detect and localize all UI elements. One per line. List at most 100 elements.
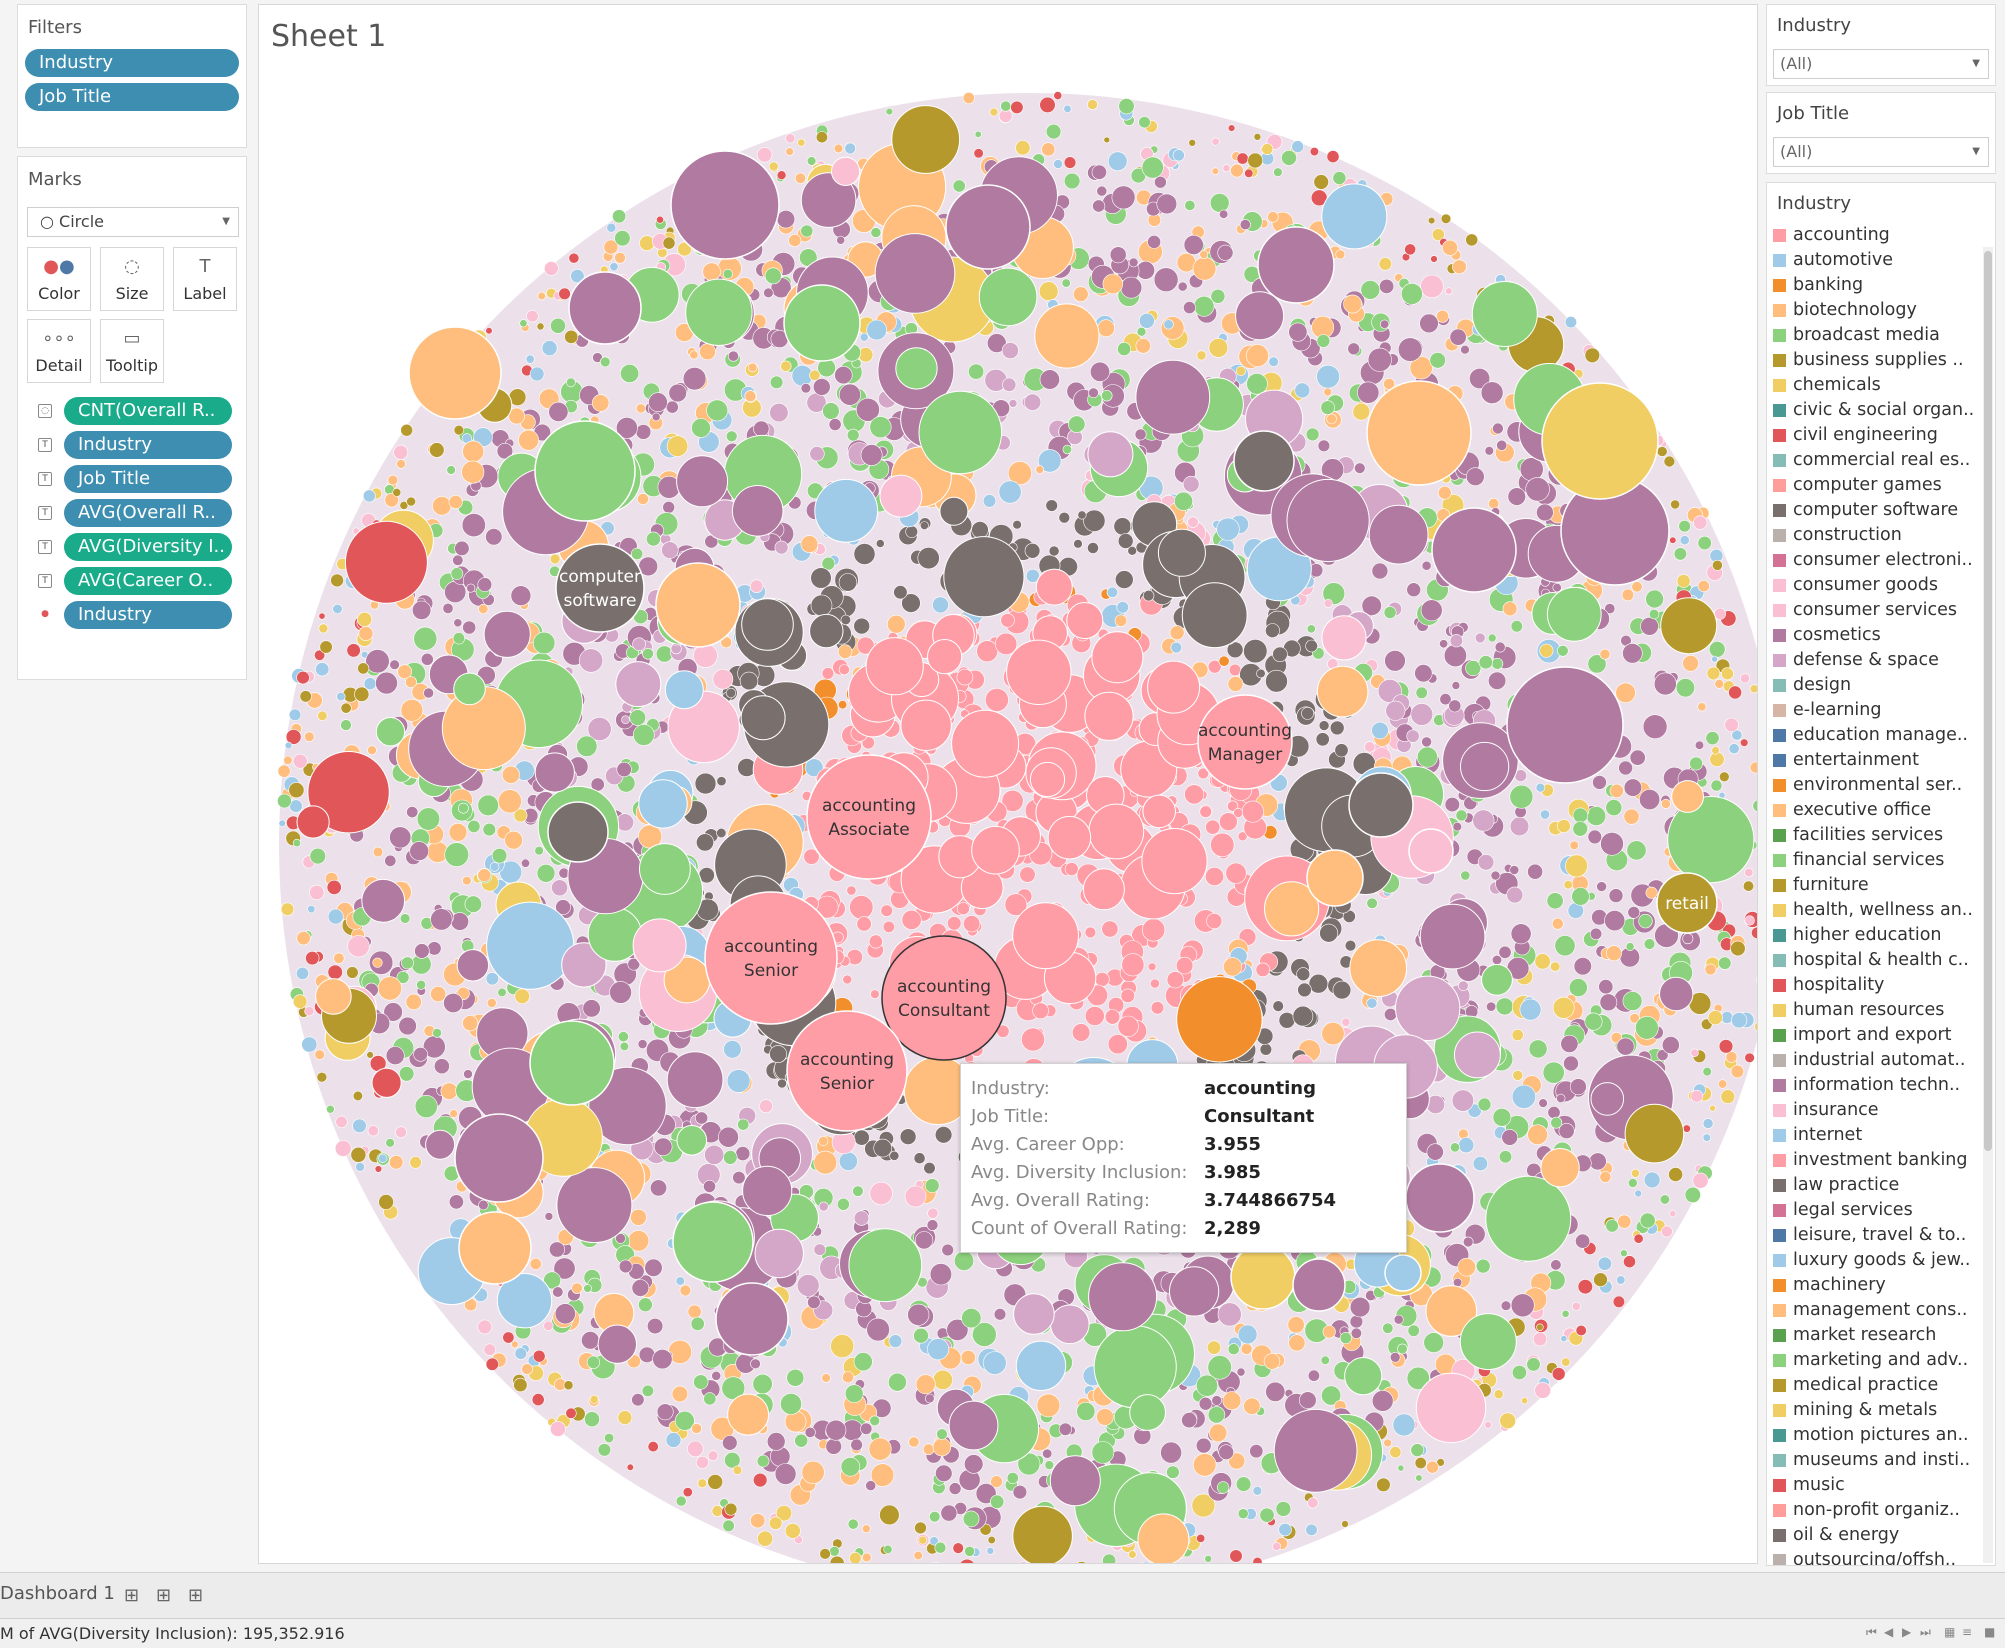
bubble[interactable] (1536, 503, 1554, 522)
bubble[interactable] (1012, 1505, 1073, 1564)
bubble[interactable] (822, 402, 840, 420)
bubble[interactable] (350, 1146, 367, 1163)
bubble[interactable] (1528, 1039, 1548, 1059)
bubble[interactable] (1137, 1513, 1190, 1564)
bubble[interactable] (649, 1179, 667, 1197)
bubble[interactable] (1547, 1106, 1561, 1120)
bubble[interactable] (1093, 1325, 1177, 1409)
legend-item[interactable]: human resources (1773, 998, 1973, 1022)
legend-item[interactable]: market research (1773, 1323, 1973, 1347)
bubble[interactable] (1032, 1002, 1049, 1020)
bubble[interactable] (1521, 1397, 1529, 1405)
bubble[interactable] (543, 1320, 554, 1331)
bubble[interactable] (908, 1436, 920, 1448)
bubble[interactable] (614, 252, 626, 264)
bubble[interactable] (485, 1357, 499, 1371)
bubble[interactable] (510, 585, 532, 607)
bubble[interactable] (794, 1433, 809, 1448)
bubble[interactable] (1459, 1313, 1517, 1371)
bubble[interactable] (1259, 1043, 1273, 1056)
bubble[interactable] (1478, 655, 1493, 670)
bubble[interactable] (442, 602, 454, 614)
bubble[interactable] (1184, 199, 1196, 211)
bubble[interactable] (1546, 586, 1602, 642)
bubble[interactable] (1199, 805, 1212, 818)
bubble[interactable] (956, 902, 970, 916)
bubble[interactable] (1237, 1508, 1249, 1520)
bubble[interactable] (1366, 380, 1472, 486)
bubble[interactable] (1550, 961, 1561, 972)
bubble[interactable] (861, 1552, 872, 1563)
field-pill[interactable]: AVG(Diversity I.. (64, 533, 232, 561)
bubble[interactable] (768, 161, 779, 172)
bubble[interactable] (531, 1393, 545, 1406)
bubble[interactable] (406, 496, 416, 507)
bubble[interactable] (679, 1284, 692, 1297)
bubble[interactable] (1350, 1327, 1362, 1339)
bubble[interactable] (1560, 1034, 1579, 1053)
bubble[interactable] (1323, 598, 1333, 608)
bubble[interactable] (1660, 597, 1718, 655)
bubble[interactable] (395, 1126, 407, 1139)
bubble[interactable] (514, 988, 530, 1004)
bubble[interactable] (1460, 741, 1510, 792)
bubble[interactable] (1487, 633, 1497, 643)
bubble[interactable] (1744, 1052, 1755, 1064)
bubble[interactable] (462, 440, 485, 463)
bubble[interactable] (1103, 136, 1111, 144)
bubble[interactable] (1073, 539, 1083, 549)
bubble[interactable] (1230, 163, 1244, 178)
bubble[interactable] (548, 401, 569, 422)
bubble[interactable] (1313, 174, 1329, 190)
bubble[interactable] (1198, 1396, 1213, 1411)
bubble[interactable] (1460, 870, 1471, 881)
bubble[interactable] (899, 1128, 917, 1145)
bubble[interactable] (1684, 1186, 1701, 1203)
bubble[interactable] (810, 594, 833, 617)
bubble[interactable] (1136, 326, 1147, 337)
bubble[interactable] (1288, 1334, 1306, 1352)
bubble[interactable] (1449, 328, 1467, 346)
bubble[interactable] (637, 1039, 648, 1049)
bubble[interactable] (483, 1343, 496, 1356)
bubble[interactable] (1287, 1316, 1305, 1334)
bubble[interactable] (1308, 973, 1329, 994)
bubble[interactable] (354, 686, 370, 702)
bubble[interactable] (1208, 338, 1229, 358)
bubble[interactable] (1281, 149, 1297, 166)
bubble[interactable] (785, 133, 796, 144)
bubble[interactable] (1573, 957, 1592, 976)
bubble[interactable] (731, 485, 784, 537)
bubble[interactable] (462, 620, 477, 635)
bubble[interactable] (648, 392, 668, 413)
bubble[interactable] (1169, 625, 1185, 641)
bubble[interactable] (1671, 780, 1704, 813)
bubble[interactable] (1438, 485, 1452, 500)
bubble[interactable] (1063, 172, 1081, 190)
bubble[interactable] (327, 908, 344, 925)
bubble[interactable] (1305, 1523, 1318, 1536)
bubble[interactable] (1690, 1048, 1699, 1058)
bubble[interactable] (1364, 741, 1376, 753)
bubble[interactable] (672, 1201, 754, 1283)
bubble[interactable] (462, 875, 472, 886)
bubble[interactable] (671, 1385, 689, 1403)
bubble[interactable] (319, 640, 333, 654)
bubble[interactable] (800, 535, 819, 553)
bubble[interactable] (1606, 945, 1622, 962)
bubble[interactable] (1371, 721, 1389, 740)
bubble[interactable] (1278, 1522, 1292, 1537)
legend-item[interactable]: music (1773, 1473, 1973, 1497)
bubble[interactable] (723, 1040, 742, 1059)
bubble[interactable] (1620, 1249, 1628, 1257)
bubble[interactable] (485, 327, 493, 335)
bubble[interactable] (1227, 676, 1244, 692)
bubble[interactable] (1423, 1332, 1444, 1353)
legend-item[interactable]: entertainment (1773, 748, 1973, 772)
bubble[interactable] (1246, 344, 1269, 368)
bubble[interactable] (1316, 665, 1369, 718)
bubble[interactable] (741, 598, 794, 651)
bubble[interactable] (647, 1440, 659, 1453)
bubble[interactable] (1499, 1412, 1516, 1430)
bubble[interactable] (1414, 1457, 1427, 1470)
